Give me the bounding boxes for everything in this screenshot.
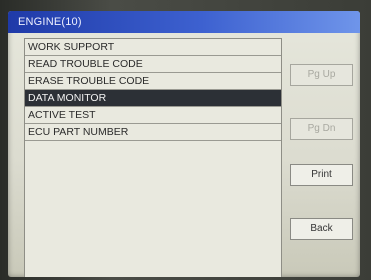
menu-item-data-monitor[interactable]: DATA MONITOR (25, 90, 281, 107)
print-button[interactable]: Print (290, 164, 353, 186)
window-title: ENGINE(10) (8, 11, 360, 33)
screen: ENGINE(10) WORK SUPPORT READ TROUBLE COD… (8, 11, 360, 277)
menu-item-read-trouble-code[interactable]: READ TROUBLE CODE (25, 56, 281, 73)
menu-list: WORK SUPPORT READ TROUBLE CODE ERASE TRO… (24, 38, 282, 277)
menu-item-ecu-part-number[interactable]: ECU PART NUMBER (25, 124, 281, 141)
pg-up-button[interactable]: Pg Up (290, 64, 353, 86)
pg-dn-button[interactable]: Pg Dn (290, 118, 353, 140)
back-button[interactable]: Back (290, 218, 353, 240)
menu-item-active-test[interactable]: ACTIVE TEST (25, 107, 281, 124)
menu-item-work-support[interactable]: WORK SUPPORT (25, 39, 281, 56)
menu-item-erase-trouble-code[interactable]: ERASE TROUBLE CODE (25, 73, 281, 90)
